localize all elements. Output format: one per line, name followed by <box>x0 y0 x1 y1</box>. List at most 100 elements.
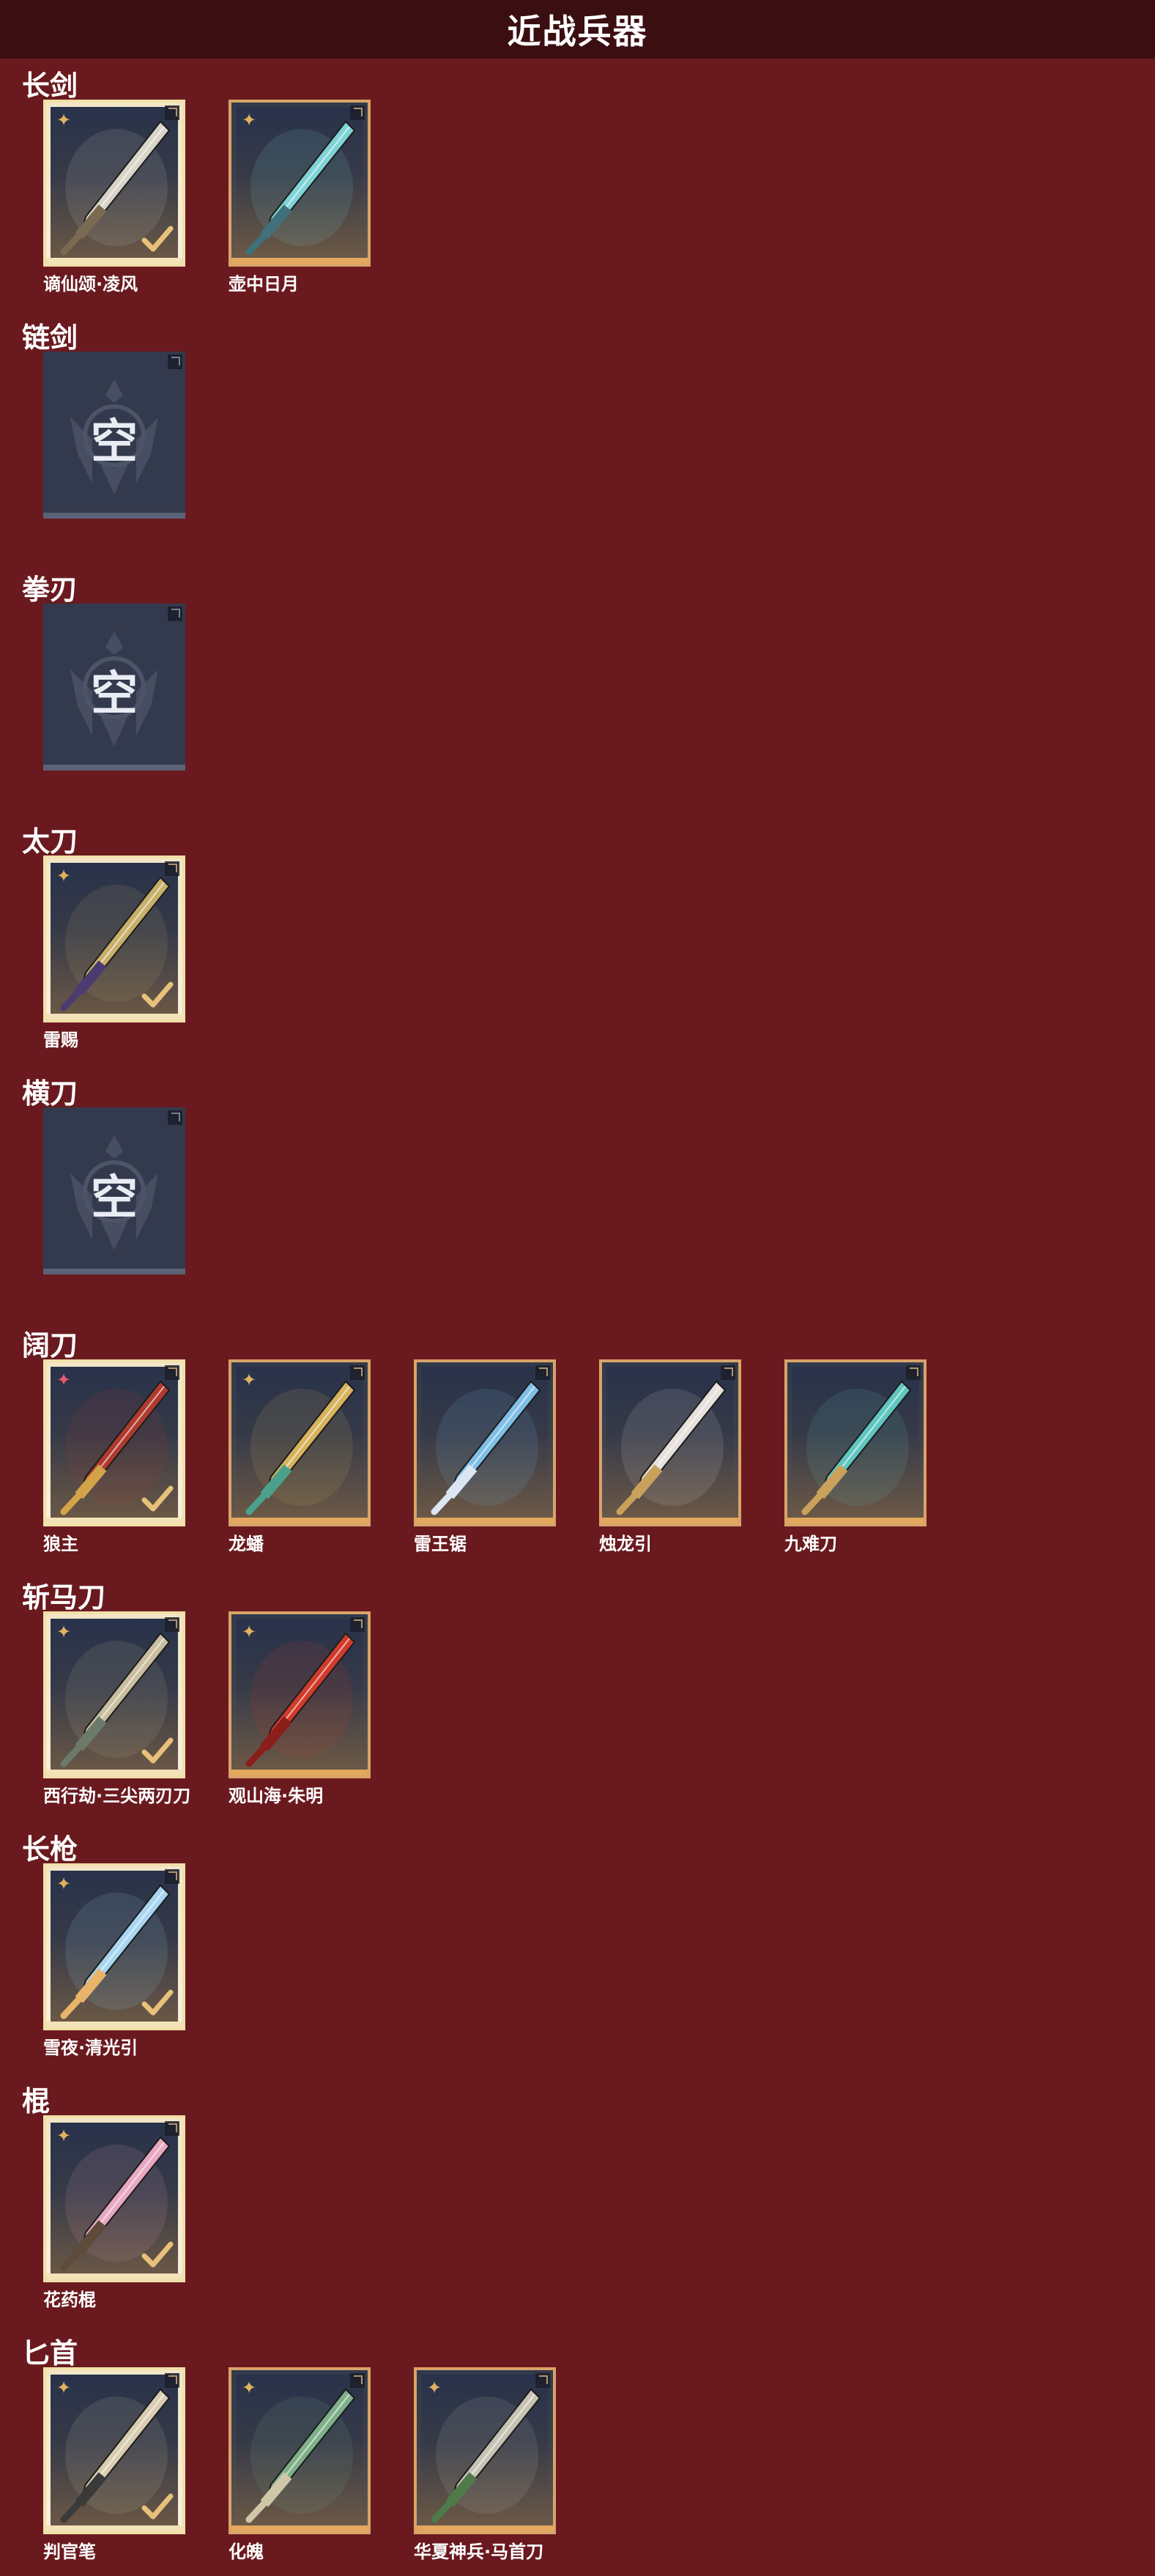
check-icon <box>141 1485 174 1512</box>
weapon-card: ✦ <box>43 2115 185 2282</box>
weapon-card: ✦ <box>43 2367 185 2534</box>
weapon-name: 壶中日月 <box>229 274 299 294</box>
weapon-card: ✦ <box>43 1863 185 2030</box>
weapon-item[interactable]: 烛龙引 <box>599 1359 741 1554</box>
corner-mark-icon <box>906 1365 921 1380</box>
star-badge-icon: ✦ <box>56 1622 72 1642</box>
weapon-item[interactable]: ✦ 壶中日月 <box>229 100 371 294</box>
category-title: 拳刃 <box>22 574 78 606</box>
category-items: ✦ 狼主 ✦ 龙蟠 雷王锯 烛龙引 九难刀 <box>43 1359 1069 1554</box>
weapon-item[interactable]: 九难刀 <box>784 1359 926 1554</box>
category-items: 空 <box>43 352 1069 542</box>
star-badge-icon: ✦ <box>426 2378 442 2398</box>
weapon-item[interactable]: ✦ 狼主 <box>43 1359 185 1554</box>
check-icon <box>141 226 174 252</box>
card-bottom-bar <box>602 1518 738 1523</box>
empty-slot-card: 空 <box>43 352 185 519</box>
category-items: 空 <box>43 1107 1069 1298</box>
weapon-name: 狼主 <box>43 1534 78 1554</box>
category-title: 太刀 <box>22 825 78 858</box>
weapon-item[interactable]: ✦ 化魄 <box>229 2367 371 2562</box>
weapon-card <box>784 1359 926 1526</box>
weapon-name: 龙蟠 <box>229 1534 264 1554</box>
star-badge-icon: ✦ <box>241 110 257 130</box>
card-bottom-bar <box>231 258 368 264</box>
corner-mark-icon <box>165 1617 179 1632</box>
category-title: 阔刀 <box>22 1329 78 1362</box>
corner-mark-icon <box>350 2373 365 2388</box>
weapon-card: ✦ <box>229 1611 371 1778</box>
weapon-name: 雪夜·清光引 <box>43 2038 138 2058</box>
weapon-name: 判官笔 <box>43 2542 96 2562</box>
corner-mark-icon <box>165 861 179 876</box>
star-badge-icon: ✦ <box>241 1622 257 1642</box>
weapon-item[interactable]: ✦ 西行劫·三尖两刃刀 <box>43 1611 190 1806</box>
weapon-card: ✦ <box>43 1611 185 1778</box>
corner-mark-icon <box>168 355 182 369</box>
page-header: 近战兵器 <box>0 0 1155 59</box>
weapon-name: 西行劫·三尖两刃刀 <box>43 1786 191 1806</box>
slot-bottom-bar <box>43 1269 185 1274</box>
empty-slot[interactable]: 空 <box>43 352 185 542</box>
weapon-card: ✦ <box>229 2367 371 2534</box>
star-badge-icon: ✦ <box>56 2126 72 2146</box>
weapon-name: 雷赐 <box>43 1030 78 1050</box>
weapon-card <box>599 1359 741 1526</box>
weapon-item[interactable]: ✦ 龙蟠 <box>229 1359 371 1554</box>
card-bottom-bar <box>46 1770 182 1775</box>
category-items: ✦ 雪夜·清光引 <box>43 1863 1069 2058</box>
category-items: ✦ 西行劫·三尖两刃刀 ✦ 观山海·朱明 <box>43 1611 1069 1806</box>
card-bottom-bar <box>46 1014 182 1020</box>
star-badge-icon: ✦ <box>56 1874 72 1894</box>
empty-slot[interactable]: 空 <box>43 604 185 794</box>
weapon-item[interactable]: ✦ 谪仙颂·凌风 <box>43 100 185 294</box>
check-icon <box>141 2241 174 2268</box>
weapon-item[interactable]: ✦ 雷赐 <box>43 855 185 1050</box>
empty-slot[interactable]: 空 <box>43 1107 185 1298</box>
weapon-item[interactable]: ✦ 雪夜·清光引 <box>43 1863 185 2058</box>
card-bottom-bar <box>46 1518 182 1523</box>
card-bottom-bar <box>417 2525 553 2531</box>
weapon-item[interactable]: ✦ 判官笔 <box>43 2367 185 2562</box>
check-icon <box>141 1989 174 2016</box>
category-title: 匕首 <box>22 2337 78 2369</box>
corner-mark-icon <box>165 105 179 120</box>
star-badge-icon: ✦ <box>241 2378 257 2398</box>
star-badge-icon: ✦ <box>56 1370 72 1390</box>
category-title: 横刀 <box>22 1077 78 1110</box>
page-title: 近战兵器 <box>507 12 648 51</box>
corner-mark-icon <box>165 1365 179 1380</box>
weapon-card: ✦ <box>43 1359 185 1526</box>
weapon-name: 谪仙颂·凌风 <box>43 274 138 294</box>
weapon-name: 烛龙引 <box>599 1534 652 1554</box>
card-bottom-bar <box>231 2525 368 2531</box>
card-bottom-bar <box>46 2022 182 2027</box>
weapon-image <box>801 1380 912 1515</box>
slot-bottom-bar <box>43 765 185 771</box>
empty-slot-card: 空 <box>43 604 185 771</box>
corner-mark-icon <box>165 1869 179 1884</box>
category-title: 链剑 <box>22 322 78 354</box>
weapon-item[interactable]: ✦ 观山海·朱明 <box>229 1611 371 1806</box>
weapon-item[interactable]: ✦ 华夏神兵·马首刀 <box>414 2367 556 2562</box>
weapon-card: ✦ <box>43 855 185 1022</box>
empty-slot-label: 空 <box>91 415 138 469</box>
check-icon <box>141 2493 174 2520</box>
category-items: 空 <box>43 604 1069 794</box>
category-items: ✦ 花药棍 <box>43 2115 1069 2310</box>
empty-slot-label: 空 <box>91 667 138 721</box>
category-items: ✦ 雷赐 <box>43 855 1069 1050</box>
card-bottom-bar <box>231 1518 368 1523</box>
empty-slot-card: 空 <box>43 1107 185 1274</box>
star-badge-icon: ✦ <box>56 2378 72 2398</box>
weapon-card: ✦ <box>43 100 185 267</box>
card-bottom-bar <box>46 258 182 264</box>
weapon-name: 九难刀 <box>784 1534 837 1554</box>
weapon-item[interactable]: ✦ 花药棍 <box>43 2115 185 2310</box>
card-bottom-bar <box>231 1770 368 1775</box>
weapon-image <box>616 1380 727 1515</box>
category-title: 长枪 <box>22 1833 78 1866</box>
weapon-name: 化魄 <box>229 2542 264 2562</box>
weapon-item[interactable]: 雷王锯 <box>414 1359 556 1554</box>
weapon-image <box>431 1380 541 1515</box>
